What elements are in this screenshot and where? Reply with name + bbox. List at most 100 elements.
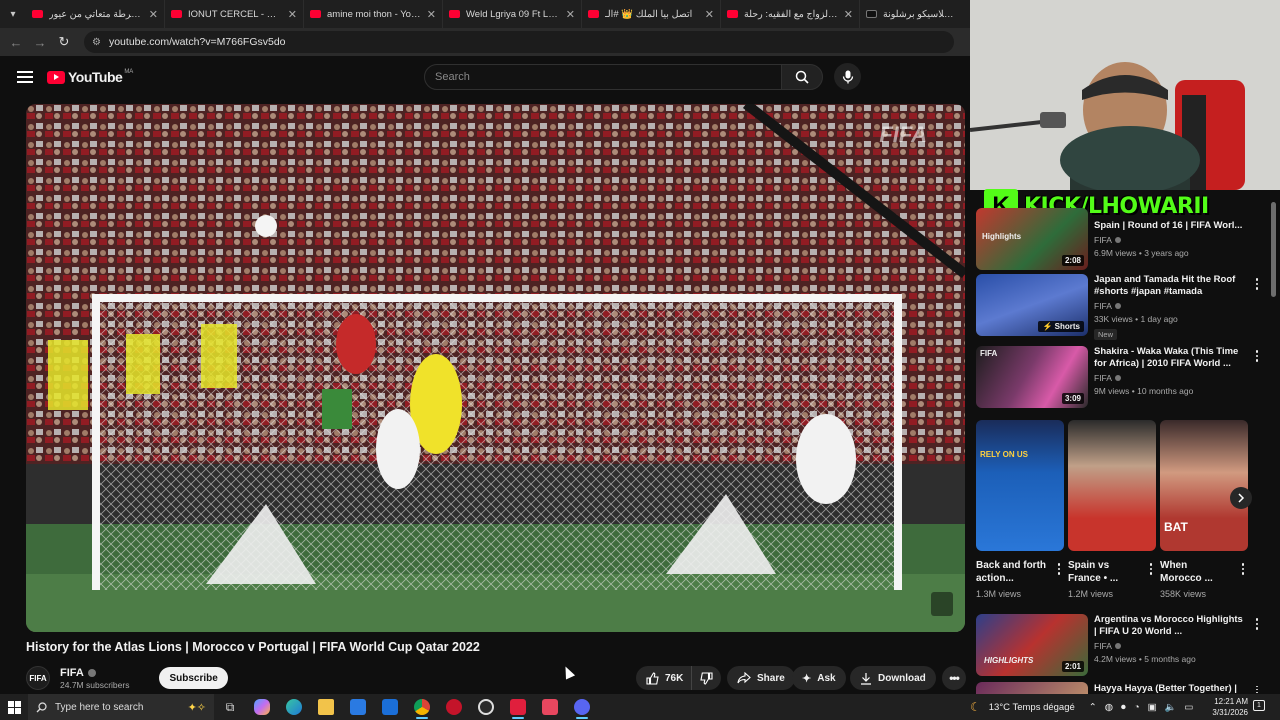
app-pink-icon[interactable] bbox=[534, 694, 566, 720]
browser-tab[interactable]: الشرطة متعاتي من عيور ✕ bbox=[26, 0, 165, 28]
video-title[interactable]: Japan and Tamada Hit the Roof #shorts #j… bbox=[1094, 274, 1244, 298]
more-vertical-icon[interactable] bbox=[1146, 559, 1156, 585]
channel-name[interactable]: FIFA bbox=[1094, 641, 1112, 651]
browser-tab[interactable]: IONUT CERCEL - MADE IN ✕ bbox=[165, 0, 304, 28]
subscribe-button[interactable]: Subscribe bbox=[159, 667, 228, 689]
download-button[interactable]: Download bbox=[850, 666, 936, 690]
short-card[interactable]: RELY ON US Back and forth action... 1.3M… bbox=[976, 420, 1064, 605]
chrome-icon[interactable] bbox=[406, 694, 438, 720]
like-button[interactable]: 76K bbox=[636, 666, 692, 690]
browser-tab[interactable]: ملخص مباراة كلاسيكو برشلونة bbox=[860, 0, 960, 28]
video-title[interactable]: Argentina vs Morocco Highlights | FIFA U… bbox=[1094, 614, 1244, 638]
short-title[interactable]: Spain vs France • ... bbox=[1068, 559, 1138, 585]
tab-search-icon[interactable]: ▾ bbox=[0, 0, 26, 28]
shelf-next-button[interactable] bbox=[1230, 487, 1252, 509]
channel-watermark-icon[interactable] bbox=[931, 592, 953, 616]
microphone-icon[interactable]: ⏺ bbox=[1121, 702, 1126, 713]
app-red-icon[interactable] bbox=[502, 694, 534, 720]
share-button[interactable]: Share bbox=[727, 666, 795, 690]
close-icon[interactable]: ✕ bbox=[566, 8, 575, 21]
notification-icon[interactable]: 1 bbox=[1253, 700, 1265, 711]
more-vertical-icon[interactable] bbox=[1252, 682, 1262, 694]
scrollbar-thumb[interactable] bbox=[1271, 202, 1276, 297]
opera-icon[interactable] bbox=[438, 694, 470, 720]
video-thumbnail[interactable]: HIGHLIGHTS 2:01 bbox=[976, 614, 1088, 676]
channel-name[interactable]: FIFA bbox=[1094, 235, 1112, 245]
video-player[interactable]: FIFA bbox=[26, 104, 965, 632]
close-icon[interactable]: ✕ bbox=[705, 8, 714, 21]
file-explorer-icon[interactable] bbox=[310, 694, 342, 720]
close-icon[interactable]: ✕ bbox=[844, 8, 853, 21]
channel-name[interactable]: FIFA bbox=[60, 667, 84, 679]
search-highlight-icon[interactable]: ✦✧ bbox=[188, 701, 206, 714]
ask-button[interactable]: ✦ Ask bbox=[792, 666, 846, 690]
weather-text[interactable]: 13°C Temps dégagé bbox=[989, 702, 1075, 713]
search-input[interactable]: Search bbox=[424, 64, 782, 90]
network-icon[interactable]: ▣ bbox=[1148, 702, 1157, 713]
taskbar-clock[interactable]: 12:21 AM 3/31/2026 bbox=[1200, 696, 1248, 718]
start-button[interactable] bbox=[0, 700, 28, 714]
short-card[interactable]: Spain vs France • ... 1.2M views bbox=[1068, 420, 1156, 605]
browser-tab[interactable]: amine moi thon - YouTub ✕ bbox=[304, 0, 443, 28]
short-thumbnail[interactable] bbox=[1068, 420, 1156, 551]
more-vertical-icon[interactable] bbox=[1054, 559, 1064, 585]
sidebar-video-item[interactable]: Highlights 2:08 Spain | Round of 16 | FI… bbox=[976, 208, 1266, 270]
url-field[interactable]: ⚙ youtube.com/watch?v=M766FGsv5do bbox=[84, 31, 954, 53]
more-vertical-icon[interactable] bbox=[1252, 614, 1262, 676]
close-icon[interactable]: ✕ bbox=[288, 8, 297, 21]
channel-avatar[interactable]: FIFA bbox=[26, 666, 50, 690]
short-title[interactable]: When Morocco ... bbox=[1160, 559, 1230, 585]
video-title[interactable]: Spain | Round of 16 | FIFA Worl... bbox=[1094, 220, 1244, 232]
tray-app-icon[interactable]: ◔ bbox=[1134, 702, 1140, 713]
mail-icon[interactable] bbox=[374, 694, 406, 720]
short-title[interactable]: Back and forth action... bbox=[976, 559, 1046, 585]
obs-icon[interactable] bbox=[470, 694, 502, 720]
sidebar-video-item[interactable]: FIFA 3:09 Shakira - Waka Waka (This Time… bbox=[976, 346, 1266, 408]
browser-tab[interactable]: Weld Lgriya 09 Ft Lz3er, C ✕ bbox=[443, 0, 582, 28]
sidebar-video-item[interactable]: Hayya Hayya (Better Together) | bbox=[976, 682, 1266, 694]
chevron-up-icon[interactable]: ⌃ bbox=[1089, 702, 1097, 713]
close-icon[interactable]: ✕ bbox=[149, 8, 158, 21]
battery-icon[interactable]: ▭ bbox=[1184, 702, 1193, 713]
more-vertical-icon[interactable] bbox=[1252, 274, 1262, 342]
video-thumbnail[interactable] bbox=[976, 682, 1088, 694]
discord-icon[interactable] bbox=[566, 694, 598, 720]
tray-app-icon[interactable]: ◍ bbox=[1105, 702, 1113, 713]
sidebar-video-item[interactable]: ⚡ Shorts Japan and Tamada Hit the Roof #… bbox=[976, 274, 1266, 342]
more-vertical-icon[interactable] bbox=[1252, 346, 1262, 408]
voice-search-button[interactable] bbox=[834, 63, 861, 90]
video-thumbnail[interactable]: Highlights 2:08 bbox=[976, 208, 1088, 270]
browser-tab[interactable]: اتصل بيا الملك 👑 #الـ ✕ bbox=[582, 0, 721, 28]
task-view-icon[interactable]: ⧉ bbox=[214, 694, 246, 720]
weather-icon[interactable]: ☾ bbox=[970, 700, 981, 714]
short-card[interactable]: BAT When Morocco ... 358K views bbox=[1160, 420, 1248, 605]
video-title[interactable]: Shakira - Waka Waka (This Time for Afric… bbox=[1094, 346, 1244, 370]
youtube-logo[interactable]: YouTube MA bbox=[47, 69, 133, 85]
short-thumbnail[interactable]: BAT bbox=[1160, 420, 1248, 551]
sidebar-video-item[interactable]: HIGHLIGHTS 2:01 Argentina vs Morocco Hig… bbox=[976, 614, 1266, 676]
back-icon[interactable]: ← bbox=[4, 35, 28, 50]
site-info-icon[interactable]: ⚙ bbox=[92, 37, 101, 48]
channel-name-row[interactable]: FIFA bbox=[60, 667, 129, 679]
menu-icon[interactable] bbox=[17, 68, 33, 86]
search-button[interactable] bbox=[781, 64, 823, 90]
edge-icon[interactable] bbox=[278, 694, 310, 720]
store-icon[interactable] bbox=[342, 694, 374, 720]
sidebar-scrollbar[interactable] bbox=[1271, 190, 1277, 690]
dislike-button[interactable] bbox=[691, 666, 722, 690]
taskbar-search-input[interactable]: Type here to search ✦✧ bbox=[28, 694, 214, 720]
more-actions-button[interactable]: ••• bbox=[942, 666, 966, 690]
channel-name[interactable]: FIFA bbox=[1094, 373, 1112, 383]
video-thumbnail[interactable]: FIFA 3:09 bbox=[976, 346, 1088, 408]
forward-icon[interactable]: → bbox=[28, 35, 52, 50]
reload-icon[interactable]: ↻ bbox=[52, 34, 76, 50]
volume-icon[interactable]: 🔈 bbox=[1165, 702, 1177, 713]
video-title[interactable]: Hayya Hayya (Better Together) | bbox=[1094, 683, 1244, 694]
more-vertical-icon[interactable] bbox=[1238, 559, 1248, 585]
short-thumbnail[interactable]: RELY ON US bbox=[976, 420, 1064, 551]
copilot-icon[interactable] bbox=[246, 694, 278, 720]
channel-name[interactable]: FIFA bbox=[1094, 301, 1112, 311]
video-thumbnail[interactable]: ⚡ Shorts bbox=[976, 274, 1088, 336]
close-icon[interactable]: ✕ bbox=[427, 8, 436, 21]
browser-tab[interactable]: برنامج الزواج مع الفقيه: رحلة ✕ bbox=[721, 0, 860, 28]
